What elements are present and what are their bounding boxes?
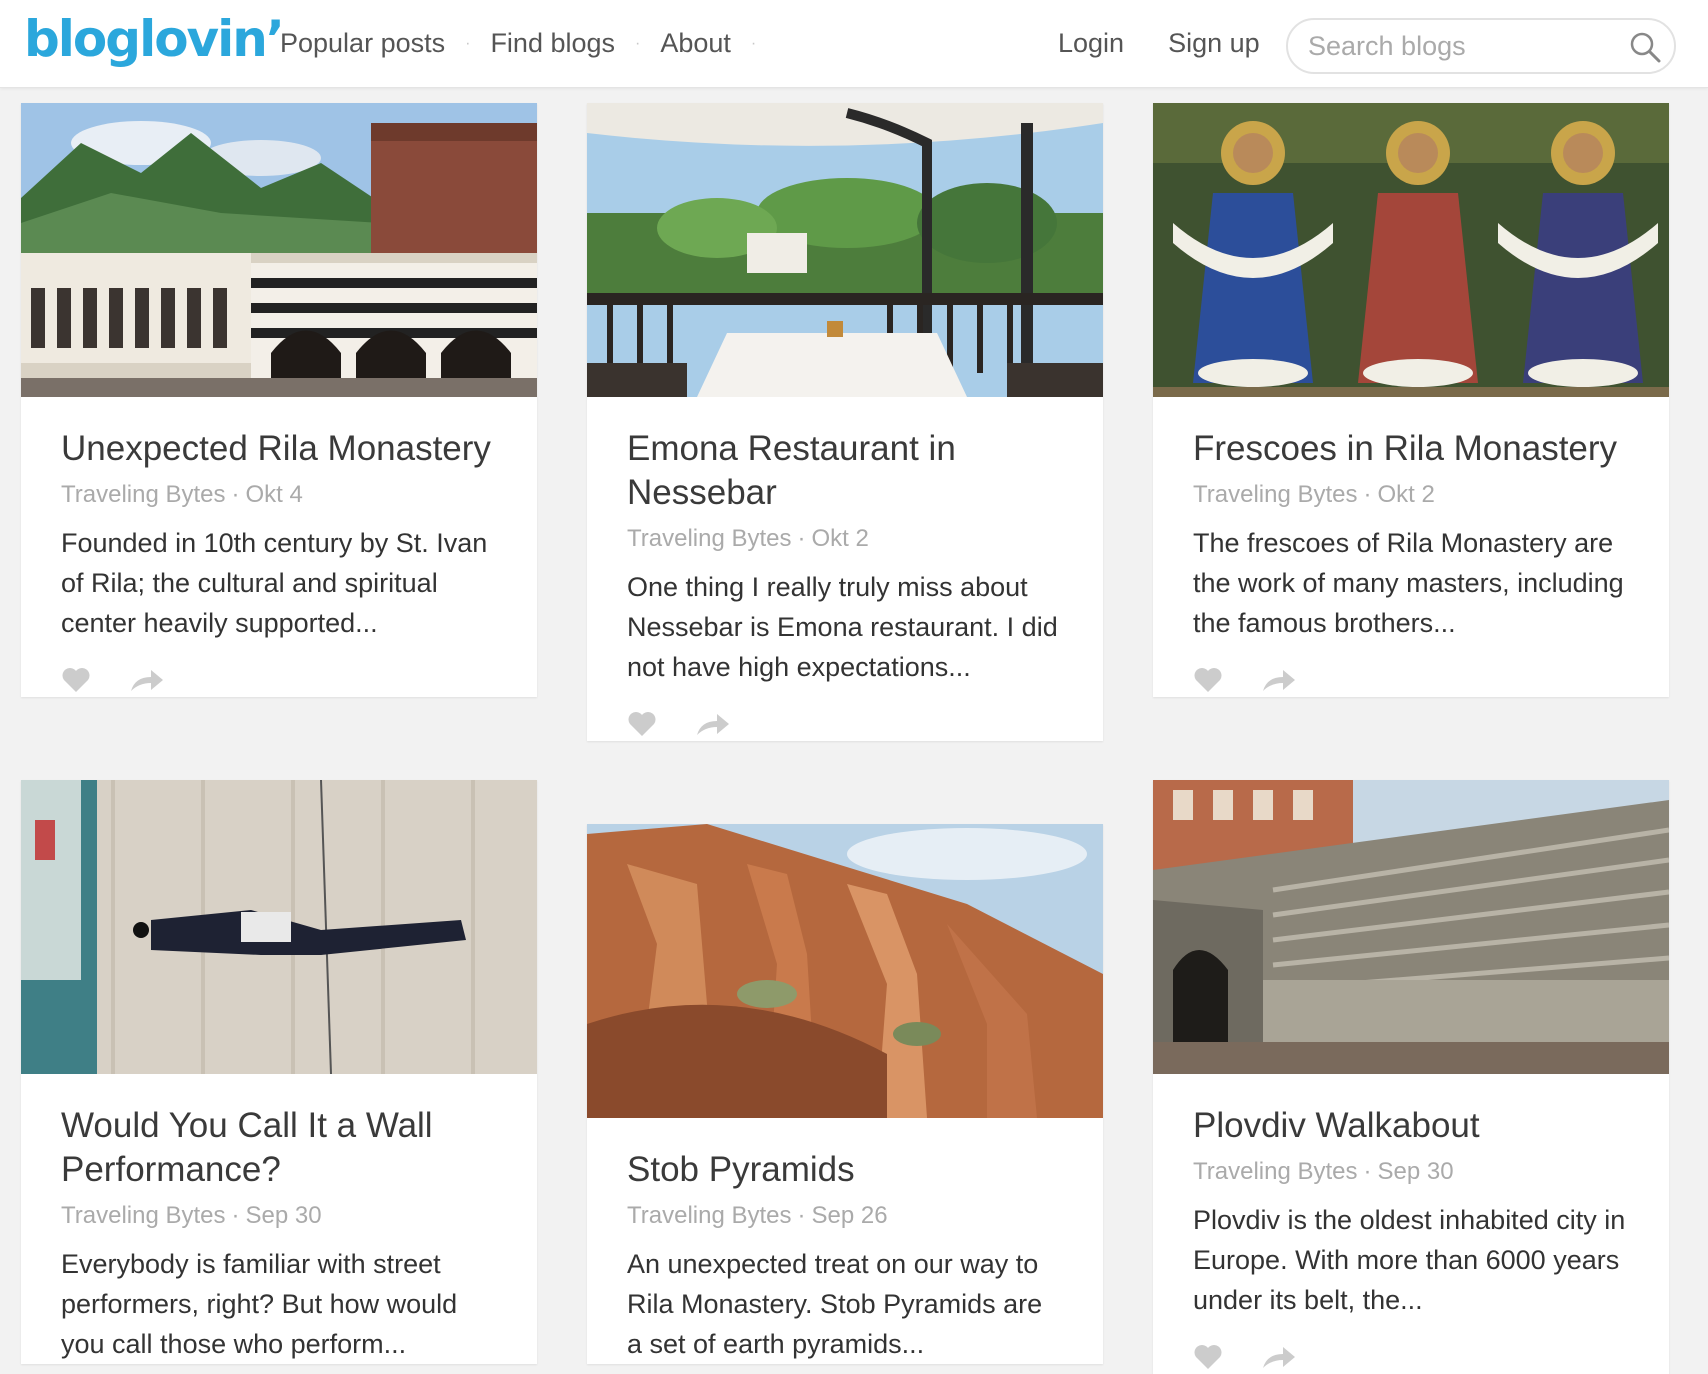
meta-separator: ·: [231, 1202, 240, 1229]
login-link[interactable]: Login: [1058, 28, 1124, 59]
heart-icon[interactable]: [1193, 667, 1223, 693]
post-body: Unexpected Rila Monastery Traveling Byte…: [21, 397, 537, 697]
post-blog-name[interactable]: Traveling Bytes: [627, 1202, 792, 1229]
post-meta: Traveling Bytes · Sep 30: [61, 1202, 497, 1230]
share-arrow-icon[interactable]: [1261, 1344, 1297, 1370]
post-image[interactable]: [1153, 780, 1669, 1074]
post-meta: Traveling Bytes · Sep 26: [627, 1202, 1063, 1230]
share-arrow-icon[interactable]: [129, 667, 165, 693]
post-date: Sep 30: [245, 1202, 322, 1229]
post-excerpt: Founded in 10th century by St. Ivan of R…: [61, 528, 488, 638]
post-body: Frescoes in Rila Monastery Traveling Byt…: [1153, 397, 1669, 697]
post-date: Sep 26: [811, 1202, 888, 1229]
meta-separator: ·: [797, 525, 806, 552]
bloglovin-logo[interactable]: bloglovin’: [24, 10, 285, 68]
post-body: Plovdiv Walkabout Traveling Bytes · Sep 30…: [1153, 1074, 1669, 1374]
post-excerpt: The frescoes of Rila Monastery are the w…: [1193, 528, 1624, 638]
post-body: Would You Call It a Wall Performance? Tr…: [21, 1074, 537, 1364]
post-date: Okt 2: [811, 525, 869, 552]
post-actions: [1193, 1340, 1629, 1374]
post-image[interactable]: [587, 824, 1103, 1118]
post-title[interactable]: Plovdiv Walkabout: [1193, 1104, 1629, 1148]
nav-popular-posts[interactable]: Popular posts: [280, 28, 445, 59]
heart-icon[interactable]: [61, 667, 91, 693]
top-bar: bloglovin’ Popular posts · Find blogs · …: [0, 0, 1708, 88]
heart-icon[interactable]: [1193, 1344, 1223, 1370]
post-image[interactable]: [21, 103, 537, 397]
post-meta: Traveling Bytes · Okt 2: [627, 525, 1063, 553]
post-title[interactable]: Would You Call It a Wall Performance?: [61, 1104, 497, 1192]
post-card[interactable]: Unexpected Rila Monastery Traveling Byte…: [21, 103, 537, 697]
post-title[interactable]: Frescoes in Rila Monastery: [1193, 427, 1629, 471]
post-excerpt: An unexpected treat on our way to Rila M…: [627, 1249, 1043, 1359]
nav-separator: ·: [750, 34, 757, 52]
share-arrow-icon[interactable]: [1261, 667, 1297, 693]
nav-separator: ·: [465, 34, 471, 52]
post-card[interactable]: Emona Restaurant in Nessebar Traveling B…: [587, 103, 1103, 741]
post-actions: [627, 707, 1063, 741]
post-card[interactable]: Would You Call It a Wall Performance? Tr…: [21, 780, 537, 1364]
meta-separator: ·: [797, 1202, 806, 1229]
nav-find-blogs[interactable]: Find blogs: [490, 28, 615, 59]
post-card[interactable]: Stob Pyramids Traveling Bytes · Sep 26 An …: [587, 824, 1103, 1364]
meta-separator: ·: [231, 481, 240, 508]
post-actions: [1193, 663, 1629, 697]
search-input[interactable]: [1308, 28, 1608, 64]
post-blog-name[interactable]: Traveling Bytes: [61, 1202, 226, 1229]
post-meta: Traveling Bytes · Sep 30: [1193, 1158, 1629, 1186]
post-body: Emona Restaurant in Nessebar Traveling B…: [587, 397, 1103, 741]
share-arrow-icon[interactable]: [695, 711, 731, 737]
post-card[interactable]: Frescoes in Rila Monastery Traveling Byt…: [1153, 103, 1669, 697]
post-date: Okt 2: [1377, 481, 1435, 508]
post-date: Okt 4: [245, 481, 303, 508]
post-excerpt: Everybody is familiar with street perfor…: [61, 1249, 458, 1359]
post-title[interactable]: Stob Pyramids: [627, 1148, 1063, 1192]
search-icon[interactable]: [1628, 30, 1662, 64]
post-title[interactable]: Unexpected Rila Monastery: [61, 427, 497, 471]
post-image[interactable]: [1153, 103, 1669, 397]
post-excerpt: One thing I really truly miss about Ness…: [627, 572, 1058, 682]
search-box: [1286, 18, 1676, 74]
heart-icon[interactable]: [627, 711, 657, 737]
nav-separator: ·: [635, 34, 641, 52]
post-blog-name[interactable]: Traveling Bytes: [61, 481, 226, 508]
post-meta: Traveling Bytes · Okt 4: [61, 481, 497, 509]
post-date: Sep 30: [1377, 1158, 1454, 1185]
post-blog-name[interactable]: Traveling Bytes: [1193, 481, 1358, 508]
nav-about[interactable]: About: [660, 28, 731, 59]
post-image[interactable]: [587, 103, 1103, 397]
post-card[interactable]: Plovdiv Walkabout Traveling Bytes · Sep 30…: [1153, 780, 1669, 1374]
post-image[interactable]: [21, 780, 537, 1074]
post-blog-name[interactable]: Traveling Bytes: [627, 525, 792, 552]
post-blog-name[interactable]: Traveling Bytes: [1193, 1158, 1358, 1185]
meta-separator: ·: [1363, 1158, 1372, 1185]
post-body: Stob Pyramids Traveling Bytes · Sep 26 An …: [587, 1118, 1103, 1364]
signup-link[interactable]: Sign up: [1168, 28, 1260, 59]
post-title[interactable]: Emona Restaurant in Nessebar: [627, 427, 1063, 515]
post-actions: [61, 663, 497, 697]
account-nav: Login Sign up: [1058, 28, 1304, 59]
main-nav: Popular posts · Find blogs · About ·: [280, 28, 776, 59]
meta-separator: ·: [1363, 481, 1372, 508]
post-excerpt: Plovdiv is the oldest inhabited city in …: [1193, 1205, 1626, 1315]
post-meta: Traveling Bytes · Okt 2: [1193, 481, 1629, 509]
